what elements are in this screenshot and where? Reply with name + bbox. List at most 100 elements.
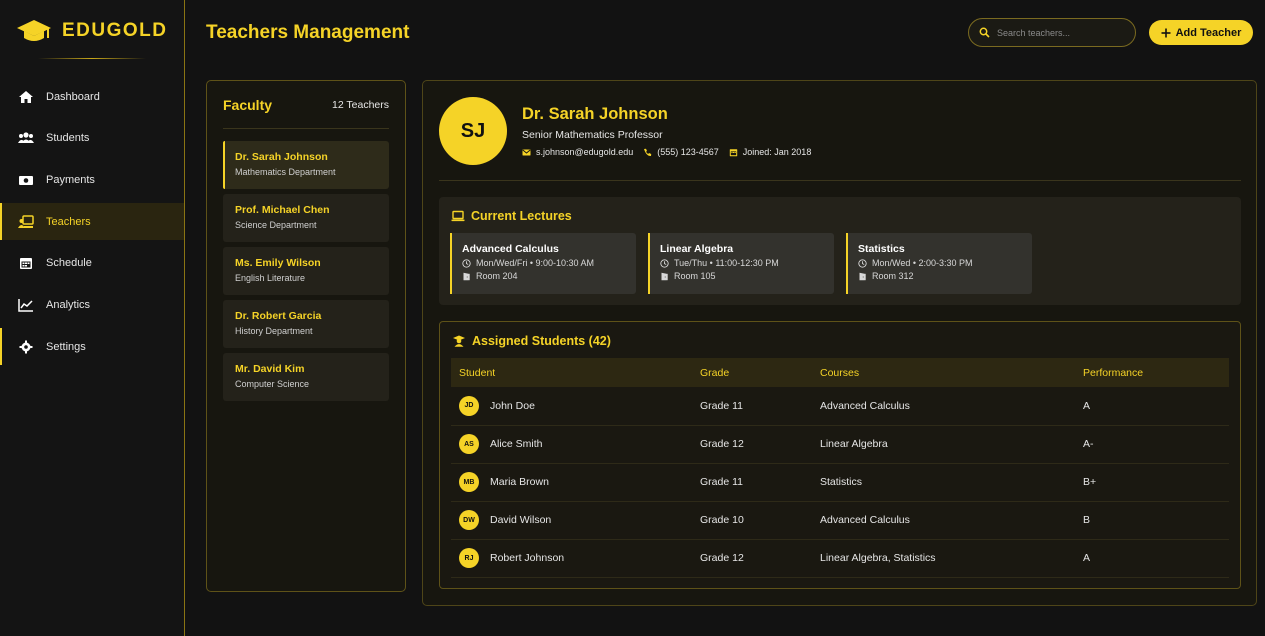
teacher-department: English Literature <box>235 273 306 283</box>
sidebar-item-schedule[interactable]: Schedule <box>0 245 184 282</box>
lecture-time: Mon/Wed/Fri • 9:00-10:30 AM <box>462 258 624 268</box>
faculty-title: Faculty <box>223 96 273 113</box>
table-row[interactable]: AS Alice Smith Grade 12 Linear Algebra A- <box>451 425 1229 464</box>
plus-icon <box>1161 28 1171 37</box>
search-input[interactable] <box>997 27 1127 38</box>
student-name: Robert Johnson <box>490 552 565 564</box>
lecture-room-text: Room 105 <box>674 271 716 281</box>
sidebar-item-dashboard[interactable]: Dashboard <box>0 78 184 115</box>
search-box[interactable] <box>968 18 1136 47</box>
current-lectures-heading: Current Lectures <box>451 209 572 223</box>
lecture-card-linear-algebra[interactable]: Linear Algebra Tue/Thu • 11:00-12:30 PM … <box>648 233 834 294</box>
lecture-room: Room 105 <box>660 271 822 281</box>
student-cell: AS Alice Smith <box>451 425 692 464</box>
column-header-grade[interactable]: Grade <box>692 358 812 387</box>
table-row[interactable]: JD John Doe Grade 11 Advanced Calculus A <box>451 387 1229 426</box>
sidebar-item-analytics[interactable]: Analytics <box>0 286 184 323</box>
sidebar-item-settings[interactable]: Settings <box>0 328 184 366</box>
clock-icon <box>462 258 471 268</box>
door-icon <box>661 272 668 280</box>
courses-cell: Linear Algebra, Statistics <box>812 539 1075 578</box>
sidebar-item-label: Students <box>46 132 90 145</box>
graduation-cap-icon <box>17 20 51 41</box>
lecture-time-text: Mon/Wed/Fri • 9:00-10:30 AM <box>476 258 595 268</box>
assigned-students-heading: Assigned Students (42) <box>452 334 611 348</box>
teacher-detail-panel: SJ Dr. Sarah Johnson Senior Mathematics … <box>422 80 1257 606</box>
sidebar-item-label: Analytics <box>46 298 91 311</box>
sidebar-item-label: Dashboard <box>46 90 100 103</box>
teacher-item-david-kim[interactable]: Mr. David Kim Computer Science <box>223 353 389 401</box>
teacher-name: Dr. Robert Garcia <box>235 310 322 322</box>
teacher-department: Computer Science <box>235 379 310 389</box>
sidebar-item-teachers[interactable]: Teachers <box>0 203 184 241</box>
avatar: SJ <box>439 97 507 165</box>
money-icon <box>19 175 33 185</box>
faculty-count: 12 Teachers <box>331 98 389 111</box>
chart-line-icon <box>18 298 33 312</box>
calendar-icon <box>20 258 32 270</box>
search-icon <box>979 27 990 38</box>
performance-cell: B+ <box>1075 463 1229 502</box>
teacher-name: Prof. Michael Chen <box>235 204 330 216</box>
column-header-student[interactable]: Student <box>451 358 692 387</box>
assigned-students-title: Assigned Students (42) <box>472 334 611 348</box>
faculty-header: Faculty 12 Teachers <box>223 81 389 129</box>
lecture-card-advanced-calculus[interactable]: Advanced Calculus Mon/Wed/Fri • 9:00-10:… <box>450 233 636 294</box>
performance-cell: A <box>1075 539 1229 578</box>
grade-cell: Grade 12 <box>692 539 812 578</box>
student-cell: MB Maria Brown <box>451 463 692 502</box>
lecture-room: Room 204 <box>462 271 624 281</box>
envelope-icon <box>522 149 531 155</box>
performance-cell: A- <box>1075 425 1229 464</box>
grade-cell: Grade 12 <box>692 425 812 464</box>
avatar: MB <box>459 472 479 492</box>
joined-date: Joined: Jan 2018 <box>729 147 812 157</box>
brand[interactable]: EDUGOLD <box>0 0 184 62</box>
student-cell: RJ Robert Johnson <box>451 539 692 578</box>
sidebar-item-payments[interactable]: Payments <box>0 161 184 198</box>
teacher-department: History Department <box>235 326 313 336</box>
lecture-title: Statistics <box>858 243 905 255</box>
teacher-department: Mathematics Department <box>235 167 336 177</box>
sidebar-item-label: Teachers <box>46 215 91 228</box>
teacher-item-emily-wilson[interactable]: Ms. Emily Wilson English Literature <box>223 247 389 295</box>
column-header-courses[interactable]: Courses <box>812 358 1075 387</box>
sidebar-item-label: Settings <box>46 340 86 353</box>
column-header-performance[interactable]: Performance <box>1075 358 1229 387</box>
table-row[interactable]: MB Maria Brown Grade 11 Statistics B+ <box>451 463 1229 502</box>
joined-date-text: Joined: Jan 2018 <box>742 147 812 157</box>
teacher-item-sarah-johnson[interactable]: Dr. Sarah Johnson Mathematics Department <box>223 141 389 189</box>
add-teacher-button[interactable]: Add Teacher <box>1149 20 1253 45</box>
teacher-name: Dr. Sarah Johnson <box>235 151 328 163</box>
lecture-cards: Advanced Calculus Mon/Wed/Fri • 9:00-10:… <box>450 233 1032 294</box>
courses-cell: Statistics <box>812 463 1075 502</box>
lecture-room-text: Room 204 <box>476 271 518 281</box>
courses-cell: Advanced Calculus <box>812 387 1075 426</box>
table-row[interactable]: RJ Robert Johnson Grade 12 Linear Algebra… <box>451 539 1229 578</box>
student-name: David Wilson <box>490 514 552 526</box>
student-icon <box>453 335 465 347</box>
grade-cell: Grade 11 <box>692 387 812 426</box>
faculty-panel: Faculty 12 Teachers Dr. Sarah Johnson Ma… <box>206 80 406 592</box>
sidebar-item-students[interactable]: Students <box>0 120 184 157</box>
lecture-room-text: Room 312 <box>872 271 914 281</box>
lecture-card-statistics[interactable]: Statistics Mon/Wed • 2:00-3:30 PM Room 3… <box>846 233 1032 294</box>
contact-email[interactable]: s.johnson@edugold.edu <box>522 147 633 157</box>
student-cell: DW David Wilson <box>451 501 692 540</box>
add-teacher-label: Add Teacher <box>1175 26 1242 39</box>
teacher-profile-name: Dr. Sarah Johnson <box>522 105 668 123</box>
assigned-students: Assigned Students (42) Student Grade Cou… <box>439 321 1241 589</box>
contact-phone[interactable]: (555) 123-4567 <box>643 147 719 157</box>
teacher-item-robert-garcia[interactable]: Dr. Robert Garcia History Department <box>223 300 389 348</box>
lecture-room: Room 312 <box>858 271 1020 281</box>
table-header-row: Student Grade Courses Performance <box>451 358 1229 387</box>
door-icon <box>463 272 470 280</box>
clock-icon <box>858 258 867 268</box>
teacher-item-michael-chen[interactable]: Prof. Michael Chen Science Department <box>223 194 389 242</box>
brand-name: EDUGOLD <box>62 20 168 41</box>
contact-phone-text: (555) 123-4567 <box>657 147 719 157</box>
contact-email-text: s.johnson@edugold.edu <box>536 147 634 157</box>
grade-cell: Grade 11 <box>692 463 812 502</box>
table-row[interactable]: DW David Wilson Grade 10 Advanced Calculu… <box>451 501 1229 540</box>
student-name: John Doe <box>490 399 535 412</box>
